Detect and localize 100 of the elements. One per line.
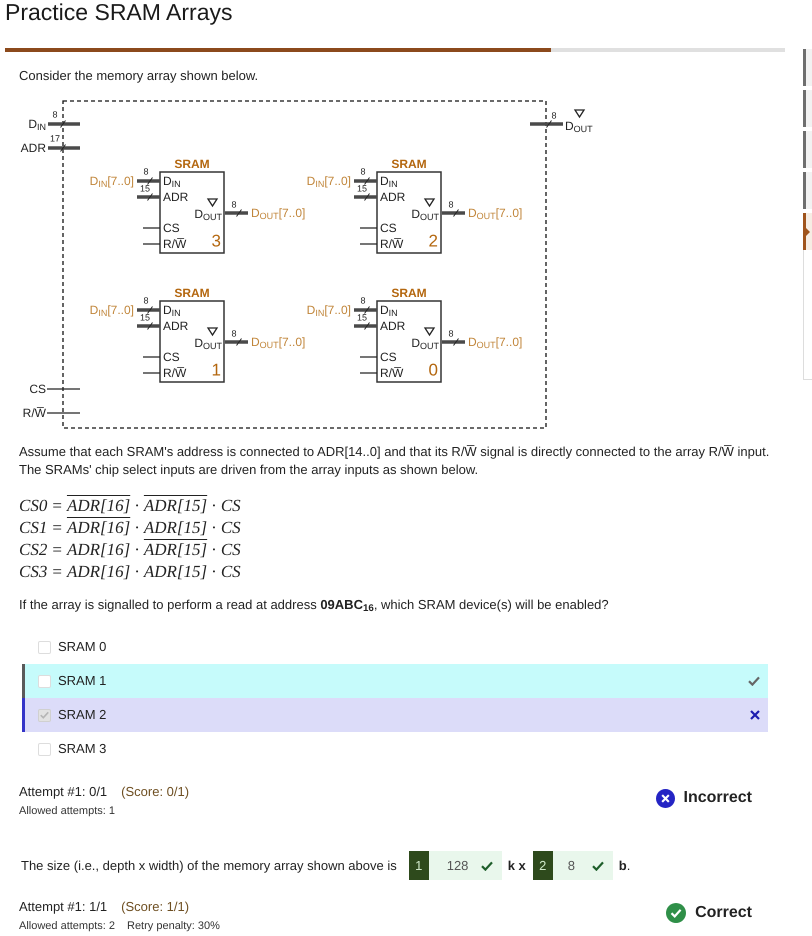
bus-width-label: 8 bbox=[448, 330, 454, 338]
sram-number: 1 bbox=[212, 362, 221, 378]
nav-tab[interactable] bbox=[803, 90, 812, 127]
sram-title: SRAM bbox=[391, 287, 427, 299]
bus-line bbox=[137, 306, 160, 314]
signal-label: D$_{OUT}$[7..0] bbox=[251, 207, 306, 219]
sram-title: SRAM bbox=[174, 287, 210, 299]
pin-label: R/W̅ bbox=[163, 238, 186, 250]
wire-line bbox=[143, 243, 160, 245]
bus-width-label: 8 bbox=[144, 296, 148, 306]
pin-label: R/W̅ bbox=[380, 367, 404, 379]
pin-label: CS bbox=[163, 351, 180, 363]
checkbox[interactable] bbox=[38, 742, 51, 756]
bus-line bbox=[354, 306, 377, 314]
signal-label: D$_{IN}$[7..0] bbox=[90, 175, 134, 187]
pin-label: D$_{OUT}$ bbox=[411, 208, 439, 220]
signal-label: D$_{OUT}$ bbox=[565, 120, 593, 132]
checkbox[interactable] bbox=[38, 640, 51, 654]
wire-line bbox=[360, 372, 377, 374]
wire-line bbox=[360, 227, 377, 229]
pin-label: D$_{OUT}$ bbox=[194, 337, 222, 349]
answer-field[interactable]: 8 bbox=[552, 851, 613, 880]
sram-title: SRAM bbox=[174, 158, 210, 170]
bus-line bbox=[442, 338, 465, 346]
intro-text: Consider the memory array shown below. bbox=[19, 67, 258, 85]
question-text: The size (i.e., depth x width) of the memory array shown above is bbox=[21, 856, 397, 875]
sram-number: 0 bbox=[428, 362, 438, 378]
nav-tab[interactable] bbox=[803, 213, 812, 250]
signal-label: CS bbox=[29, 383, 46, 395]
page-title: Practice SRAM Arrays bbox=[4, 0, 232, 24]
pin-label: CS bbox=[380, 222, 397, 234]
unit-text: k x bbox=[508, 856, 526, 875]
pin-label: R/W̅ bbox=[163, 367, 186, 379]
bus-line bbox=[354, 177, 377, 185]
answer-option[interactable]: SRAM 1 bbox=[22, 664, 768, 698]
caret-icon bbox=[806, 228, 810, 236]
equation: CS0 = ADR[16] · ADR[15] · CS bbox=[19, 495, 241, 517]
bus-line bbox=[225, 338, 248, 346]
bus-width-label: 8 bbox=[448, 200, 454, 210]
checkbox[interactable] bbox=[38, 708, 51, 722]
equation: CS1 = ADR[16] · ADR[15] · CS bbox=[19, 517, 241, 539]
pin-label: ADR bbox=[380, 191, 406, 203]
answer-option[interactable]: SRAM 2 bbox=[22, 698, 768, 732]
nav-tab[interactable] bbox=[803, 172, 812, 209]
bus-line bbox=[137, 193, 160, 201]
sram-title: SRAM bbox=[391, 158, 427, 170]
pin-label: D$_{IN}$ bbox=[380, 304, 398, 316]
bus-width-label: 8 bbox=[52, 110, 58, 120]
check-icon bbox=[748, 676, 760, 686]
pin-label: ADR bbox=[163, 320, 188, 332]
wire-line bbox=[47, 412, 80, 414]
answer-option[interactable]: SRAM 0 bbox=[22, 630, 768, 664]
bus-width-label: 15 bbox=[357, 314, 367, 322]
pin-label: D$_{IN}$ bbox=[163, 304, 181, 316]
bus-width-label: 15 bbox=[140, 184, 150, 194]
bus-line bbox=[354, 322, 377, 330]
wire-line bbox=[47, 388, 80, 390]
bus-line bbox=[137, 322, 160, 330]
wire-line bbox=[143, 227, 160, 229]
pin-label: CS bbox=[380, 351, 397, 363]
bus-width-label: 17 bbox=[50, 134, 60, 144]
bus-width-label: 8 bbox=[232, 200, 236, 210]
wire-line bbox=[360, 356, 377, 358]
score-text: (Score: 1/1) bbox=[121, 900, 190, 914]
signal-label: D$_{OUT}$[7..0] bbox=[468, 336, 522, 348]
x-icon bbox=[750, 710, 760, 720]
pin-label: D$_{OUT}$ bbox=[194, 208, 222, 220]
answer-field[interactable]: 128 bbox=[428, 851, 502, 880]
bus-width-label: 8 bbox=[232, 330, 236, 338]
triangle-icon bbox=[424, 198, 436, 208]
equation: CS2 = ADR[16] · ADR[15] · CS bbox=[19, 539, 241, 561]
signal-label: ADR bbox=[20, 142, 46, 154]
check-icon bbox=[480, 860, 493, 870]
attempt-summary: Attempt #1: 1/1 bbox=[19, 900, 108, 914]
triangle-icon bbox=[424, 327, 436, 336]
pin-label: CS bbox=[163, 222, 180, 234]
attempt-detail: Allowed attempts: 1 bbox=[19, 804, 115, 818]
score-text: (Score: 0/1) bbox=[121, 785, 190, 799]
wire-line bbox=[143, 356, 160, 358]
result-label: Incorrect bbox=[684, 788, 752, 808]
wire-line bbox=[360, 243, 377, 245]
bus-width-label: 8 bbox=[360, 168, 366, 176]
nav-tab[interactable] bbox=[803, 131, 812, 168]
attempt-summary: Attempt #1: 0/1 bbox=[19, 785, 108, 799]
check-icon bbox=[592, 860, 604, 870]
checkbox[interactable] bbox=[38, 674, 51, 688]
pin-label: D$_{IN}$ bbox=[163, 175, 181, 187]
bus-line bbox=[530, 120, 563, 128]
bus-line bbox=[48, 144, 80, 152]
signal-label: D$_{OUT}$[7..0] bbox=[251, 336, 306, 348]
signal-label: D$_{OUT}$[7..0] bbox=[468, 207, 522, 219]
pin-label: D$_{IN}$ bbox=[380, 175, 398, 187]
attempt-detail: Allowed attempts: 2 bbox=[19, 919, 115, 933]
signal-label: D$_{IN}$[7..0] bbox=[90, 304, 134, 316]
unit-text: b bbox=[618, 856, 627, 875]
x-circle-icon bbox=[656, 788, 675, 808]
answer-option[interactable]: SRAM 3 bbox=[22, 732, 768, 766]
triangle-icon bbox=[206, 327, 218, 336]
bus-line bbox=[354, 193, 377, 201]
nav-tab[interactable] bbox=[803, 49, 812, 86]
